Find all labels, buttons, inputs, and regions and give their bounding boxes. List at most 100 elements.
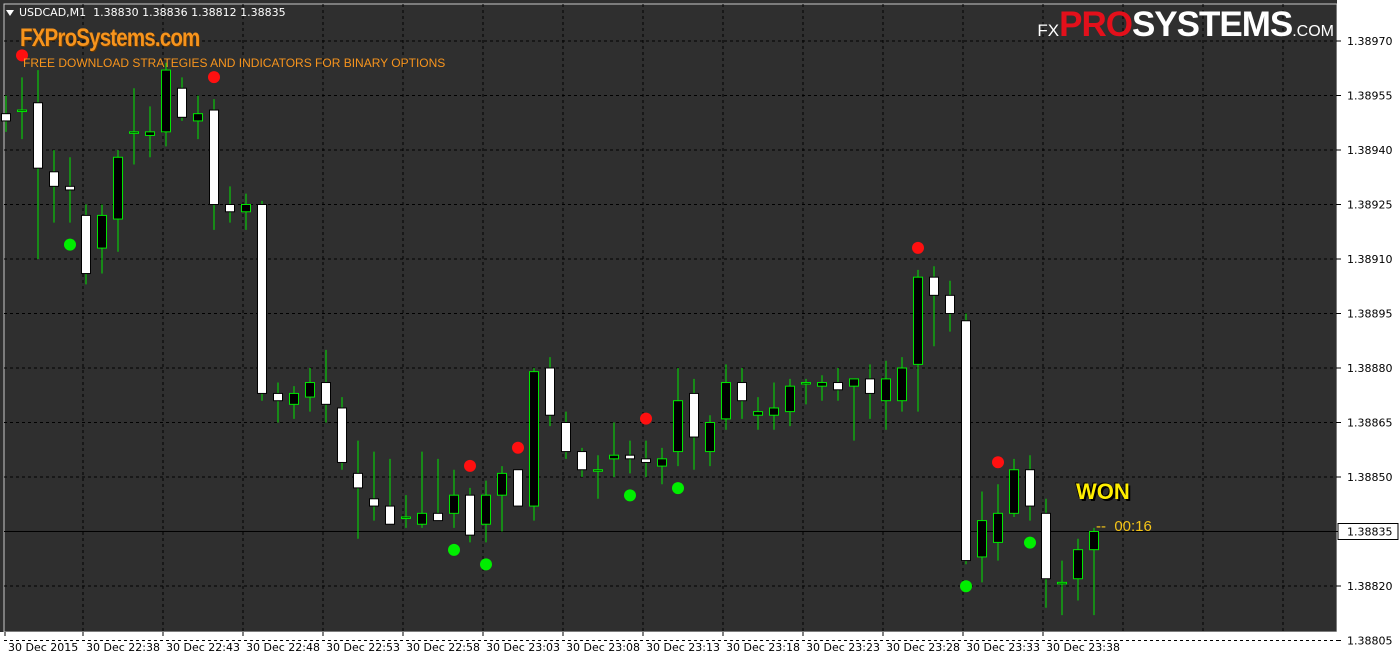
candle-bear — [961, 320, 971, 562]
chart-header: USDCAD,M1 1.38830 1.38836 1.38812 1.3883… — [6, 6, 286, 19]
candle-bull — [113, 156, 123, 220]
candle-bull — [289, 392, 299, 405]
candle-bull — [705, 422, 715, 453]
candle-bear — [369, 498, 379, 507]
buy-signal-dot — [1024, 536, 1036, 549]
chevron-down-icon[interactable] — [6, 10, 14, 16]
candle-bull — [897, 367, 907, 402]
candle-bull — [129, 131, 139, 134]
candle-bull — [241, 204, 251, 213]
candle-bull — [305, 382, 315, 398]
logo-pro: PRO — [1059, 5, 1133, 44]
x-tick-label: 30 Dec 22:48 — [246, 641, 320, 654]
x-tick-label: 30 Dec 23:38 — [1046, 641, 1120, 654]
candle-bull — [913, 276, 923, 365]
candle-bull — [593, 469, 603, 472]
x-tick-label: 30 Dec 23:08 — [566, 641, 640, 654]
candle-bear — [273, 392, 283, 402]
candle-bull — [977, 520, 987, 558]
x-tick-label: 30 Dec 22:38 — [86, 641, 160, 654]
y-tick-label: 1.38955 — [1347, 90, 1393, 103]
candle-bear — [433, 512, 443, 522]
candle-bear — [545, 367, 555, 416]
sell-signal-dot — [912, 241, 924, 254]
candle-bear — [385, 505, 395, 525]
candle-bear — [945, 294, 955, 315]
candle-bear — [321, 382, 331, 405]
x-tick-label: 30 Dec 23:23 — [806, 641, 880, 654]
x-tick-label: 30 Dec 2015 — [8, 641, 78, 654]
y-tick-label: 1.38850 — [1347, 471, 1393, 484]
candle-bull — [449, 494, 459, 514]
x-tick-label: 30 Dec 22:43 — [166, 641, 240, 654]
candle-bear — [177, 87, 187, 118]
ohlc-readout: 1.38830 1.38836 1.38812 1.38835 — [93, 6, 286, 19]
candle-bear — [689, 392, 699, 438]
sell-signal-dot — [208, 71, 220, 84]
candle-bear — [1, 113, 11, 122]
candle-bull — [817, 382, 827, 387]
candle-bear — [209, 109, 219, 205]
candle-bear — [865, 378, 875, 394]
y-tick-label: 1.38970 — [1347, 35, 1393, 48]
signal-timer: -- 00:16 — [1096, 518, 1152, 535]
candle-bull — [401, 516, 411, 519]
candle-bull — [481, 494, 491, 525]
candle-bear — [337, 407, 347, 463]
buy-signal-dot — [448, 543, 460, 556]
candle-bull — [993, 512, 1003, 543]
brand-site: FXProSystems.com — [20, 24, 200, 52]
candle-bull — [801, 382, 811, 385]
candle-bull — [1057, 581, 1067, 585]
candle-bull — [529, 371, 539, 507]
x-tick-label: 30 Dec 23:03 — [486, 641, 560, 654]
candle-bull — [161, 69, 171, 133]
candle-bull — [769, 407, 779, 416]
x-tick-label: 30 Dec 23:28 — [886, 641, 960, 654]
candle-bull — [785, 385, 795, 413]
candle-bear — [929, 276, 939, 296]
candle-bear — [1041, 512, 1051, 580]
sell-signal-dot — [992, 456, 1004, 469]
buy-signal-dot — [960, 580, 972, 593]
sell-signal-dot — [464, 459, 476, 472]
candle-bull — [17, 109, 27, 113]
buy-signal-dot — [624, 489, 636, 502]
buy-signal-dot — [480, 558, 492, 571]
candle-bear — [737, 382, 747, 402]
brand-logo: FXPROSYSTEMS.COM — [1037, 5, 1334, 45]
candle-bear — [833, 382, 843, 391]
candle-bull — [97, 214, 107, 249]
y-tick-label: 1.38925 — [1347, 199, 1393, 212]
candle-bull — [1073, 549, 1083, 580]
candle-bear — [465, 494, 475, 536]
sell-signal-dot — [512, 441, 524, 454]
y-tick-label: 1.38820 — [1347, 580, 1393, 593]
candle-bull — [753, 411, 763, 416]
candle-bull — [193, 113, 203, 122]
logo-systems: SYSTEMS — [1131, 5, 1293, 44]
candle-bear — [81, 214, 91, 275]
candle-bull — [1009, 469, 1019, 514]
candle-bull — [657, 458, 667, 467]
candle-bear — [33, 102, 43, 169]
candle-bull — [721, 382, 731, 420]
y-tick-label: 1.38910 — [1347, 253, 1393, 266]
price-chart[interactable]: 1.38970 1.38955 1.38940 1.38925 1.38910 1.388… — [0, 0, 1400, 657]
buy-signal-dot — [672, 482, 684, 495]
plot-area — [3, 3, 1338, 633]
candle-bull — [417, 512, 427, 525]
x-tick-label: 30 Dec 22:53 — [326, 641, 400, 654]
candle-bear — [65, 185, 75, 191]
candle-bear — [353, 472, 363, 489]
candle-bear — [225, 204, 235, 213]
candle-bull — [609, 454, 619, 460]
candle-bear — [257, 204, 267, 394]
candle-bear — [641, 458, 651, 463]
candle-bull — [497, 472, 507, 496]
y-tick-label: 1.38940 — [1347, 144, 1393, 157]
candle-bear — [513, 469, 523, 507]
candle-bear — [561, 422, 571, 453]
trading-chart[interactable]: 1.38970 1.38955 1.38940 1.38925 1.38910 1.388… — [0, 0, 1400, 657]
symbol-label: USDCAD,M1 — [19, 6, 87, 19]
